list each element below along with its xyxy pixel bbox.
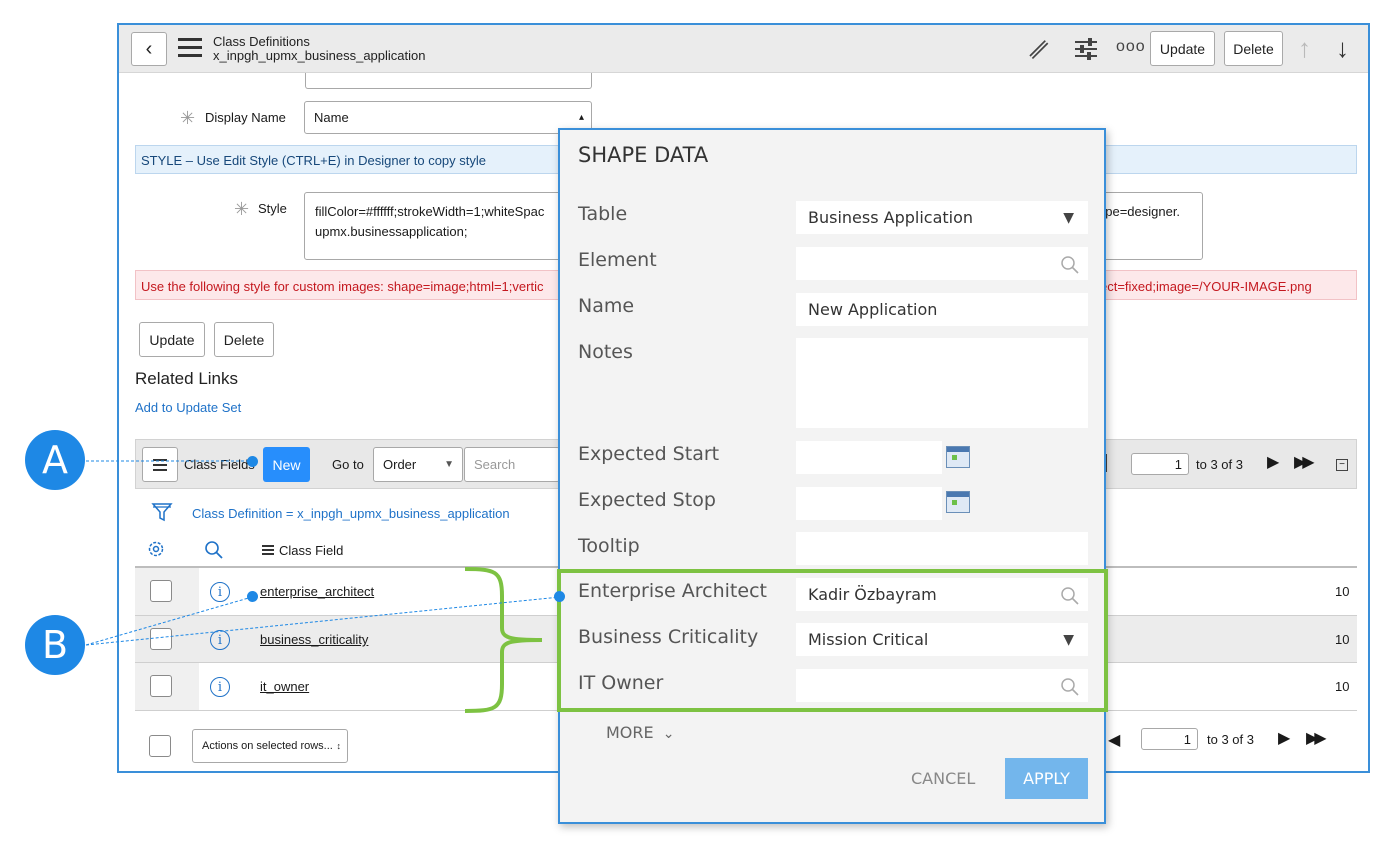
callout-b-dot <box>247 591 258 602</box>
callout-lines <box>85 460 561 646</box>
callout-a-marker: A <box>25 430 85 490</box>
callout-b-marker: B <box>25 615 85 675</box>
callout-a-dot <box>247 456 258 467</box>
callout-b-dot <box>554 591 565 602</box>
